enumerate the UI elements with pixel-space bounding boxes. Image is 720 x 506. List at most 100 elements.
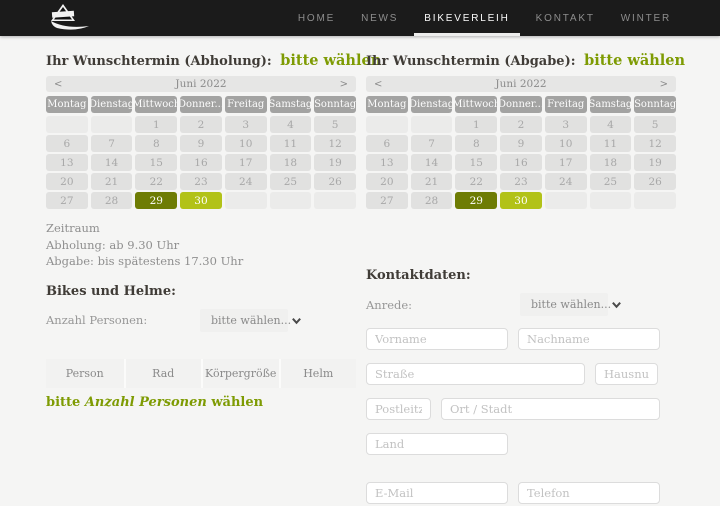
- calendar-day[interactable]: 23: [500, 173, 542, 190]
- bikes-table-header: Person Rad Körpergröße Helm: [46, 358, 356, 388]
- calendar-day[interactable]: 1: [455, 116, 498, 133]
- calendar-empty-cell: [589, 192, 632, 209]
- calendar-day[interactable]: 8: [455, 135, 498, 152]
- calendar-day[interactable]: 11: [589, 135, 632, 152]
- calendar-day[interactable]: 26: [314, 173, 356, 190]
- ski-sport-logo[interactable]: ​: [45, 2, 107, 34]
- navbar: ​ HOMENEWSBIKEVERLEIHKONTAKTWINTER: [0, 0, 720, 36]
- calendar-day[interactable]: 18: [589, 154, 632, 171]
- calendar-day[interactable]: 22: [455, 173, 498, 190]
- calendar-day[interactable]: 16: [500, 154, 542, 171]
- calendar-day[interactable]: 1: [135, 116, 178, 133]
- calendar-day[interactable]: 21: [90, 173, 133, 190]
- calendar-day[interactable]: 12: [634, 135, 676, 152]
- prev-month-arrow[interactable]: <: [374, 79, 384, 90]
- zeitraum-pickup-time: Abholung: ab 9.30 Uhr: [46, 237, 180, 252]
- calendar-day[interactable]: 13: [46, 154, 88, 171]
- zip-field[interactable]: [366, 398, 431, 420]
- calendar-day[interactable]: 15: [135, 154, 178, 171]
- country-field[interactable]: [366, 433, 508, 455]
- calendar-day[interactable]: 3: [224, 116, 267, 133]
- day-header: Freitag: [224, 96, 267, 113]
- calendar-day[interactable]: 19: [314, 154, 356, 171]
- calendar-day[interactable]: 22: [135, 173, 178, 190]
- calendar-day[interactable]: 27: [46, 192, 88, 209]
- phone-field[interactable]: [518, 482, 660, 504]
- calendar-day[interactable]: 29: [135, 192, 178, 209]
- nav-item-kontakt[interactable]: KONTAKT: [523, 0, 608, 36]
- calendar-day[interactable]: 17: [544, 154, 587, 171]
- calendar-day[interactable]: 18: [269, 154, 312, 171]
- calendar-day[interactable]: 30: [180, 192, 222, 209]
- country-row: [366, 433, 662, 455]
- next-month-arrow[interactable]: >: [338, 79, 348, 90]
- calendar-day[interactable]: 15: [455, 154, 498, 171]
- calendar-day[interactable]: 24: [224, 173, 267, 190]
- calendar-day[interactable]: 14: [90, 154, 133, 171]
- calendar-day[interactable]: 4: [589, 116, 632, 133]
- persons-select[interactable]: bitte wählen...: [200, 308, 301, 332]
- calendar-day[interactable]: 20: [366, 173, 408, 190]
- day-header: Donner...: [500, 96, 542, 113]
- salutation-select[interactable]: bitte wählen...: [520, 293, 621, 316]
- calendar-day[interactable]: 7: [90, 135, 133, 152]
- chevron-down-icon: [612, 301, 621, 309]
- calendar-day[interactable]: 10: [224, 135, 267, 152]
- calendar-day[interactable]: 12: [314, 135, 356, 152]
- calendar-day[interactable]: 8: [135, 135, 178, 152]
- dates-grid: 1 2 3 4 5 6 7 8 9 10 11 12 13 14 15 16 17 18 19 20 21 22 23 24 2…: [46, 116, 356, 209]
- calendar-day[interactable]: 5: [634, 116, 676, 133]
- calendar-day[interactable]: 2: [500, 116, 542, 133]
- calendar-day[interactable]: 20: [46, 173, 88, 190]
- calendar-day[interactable]: 14: [410, 154, 453, 171]
- day-header: Sonntag: [634, 96, 676, 113]
- next-month-arrow[interactable]: >: [658, 79, 668, 90]
- zeitraum-return-time: Abgabe: bis spätestens 17.30 Uhr: [46, 254, 244, 268]
- calendar-day[interactable]: 30: [500, 192, 542, 209]
- last-name-field[interactable]: [518, 328, 660, 350]
- return-title-label: Ihr Wunschtermin (Abgabe):: [366, 54, 576, 69]
- calendar-day[interactable]: 2: [180, 116, 222, 133]
- return-calendar: < Juni 2022 > Montag Dienstag Mittwoch Donn…: [366, 76, 676, 209]
- nav-item-bikeverleih[interactable]: BIKEVERLEIH: [411, 0, 522, 36]
- calendar-day[interactable]: 29: [455, 192, 498, 209]
- calendar-day[interactable]: 17: [224, 154, 267, 171]
- street-field[interactable]: [366, 363, 585, 385]
- calendar-day[interactable]: 28: [410, 192, 453, 209]
- persons-select-value: bitte wählen...: [211, 313, 292, 327]
- calendar-day[interactable]: 24: [544, 173, 587, 190]
- nav-item-winter[interactable]: WINTER: [608, 0, 684, 36]
- calendar-day[interactable]: 26: [634, 173, 676, 190]
- calendar-day[interactable]: 19: [634, 154, 676, 171]
- calendar-day[interactable]: 3: [544, 116, 587, 133]
- calendar-day[interactable]: 5: [314, 116, 356, 133]
- day-header: Sonntag: [314, 96, 356, 113]
- calendar-day[interactable]: 9: [500, 135, 542, 152]
- calendar-day[interactable]: 6: [46, 135, 88, 152]
- calendar-empty-cell: [314, 192, 356, 209]
- email-field[interactable]: [366, 482, 508, 504]
- calendar-day[interactable]: 28: [90, 192, 133, 209]
- calendar-day[interactable]: 9: [180, 135, 222, 152]
- city-field[interactable]: [441, 398, 660, 420]
- house-number-field[interactable]: [595, 363, 658, 385]
- persons-label: Anzahl Personen:: [46, 313, 148, 327]
- calendar-day[interactable]: 23: [180, 173, 222, 190]
- calendar-day[interactable]: 16: [180, 154, 222, 171]
- day-header: Montag: [46, 96, 88, 113]
- nav-item-home[interactable]: HOME: [285, 0, 348, 36]
- persons-hint: bitte Anzahl Personen wählen: [46, 395, 356, 410]
- calendar-day[interactable]: 13: [366, 154, 408, 171]
- first-name-field[interactable]: [366, 328, 508, 350]
- calendar-day[interactable]: 7: [410, 135, 453, 152]
- calendar-day[interactable]: 11: [269, 135, 312, 152]
- calendar-day[interactable]: 6: [366, 135, 408, 152]
- calendar-day[interactable]: 21: [410, 173, 453, 190]
- nav-item-news[interactable]: NEWS: [348, 0, 411, 36]
- calendar-day[interactable]: 25: [589, 173, 632, 190]
- prev-month-arrow[interactable]: <: [54, 79, 64, 90]
- calendar-day[interactable]: 10: [544, 135, 587, 152]
- calendar-day[interactable]: 25: [269, 173, 312, 190]
- calendar-day[interactable]: 4: [269, 116, 312, 133]
- calendar-day[interactable]: 27: [366, 192, 408, 209]
